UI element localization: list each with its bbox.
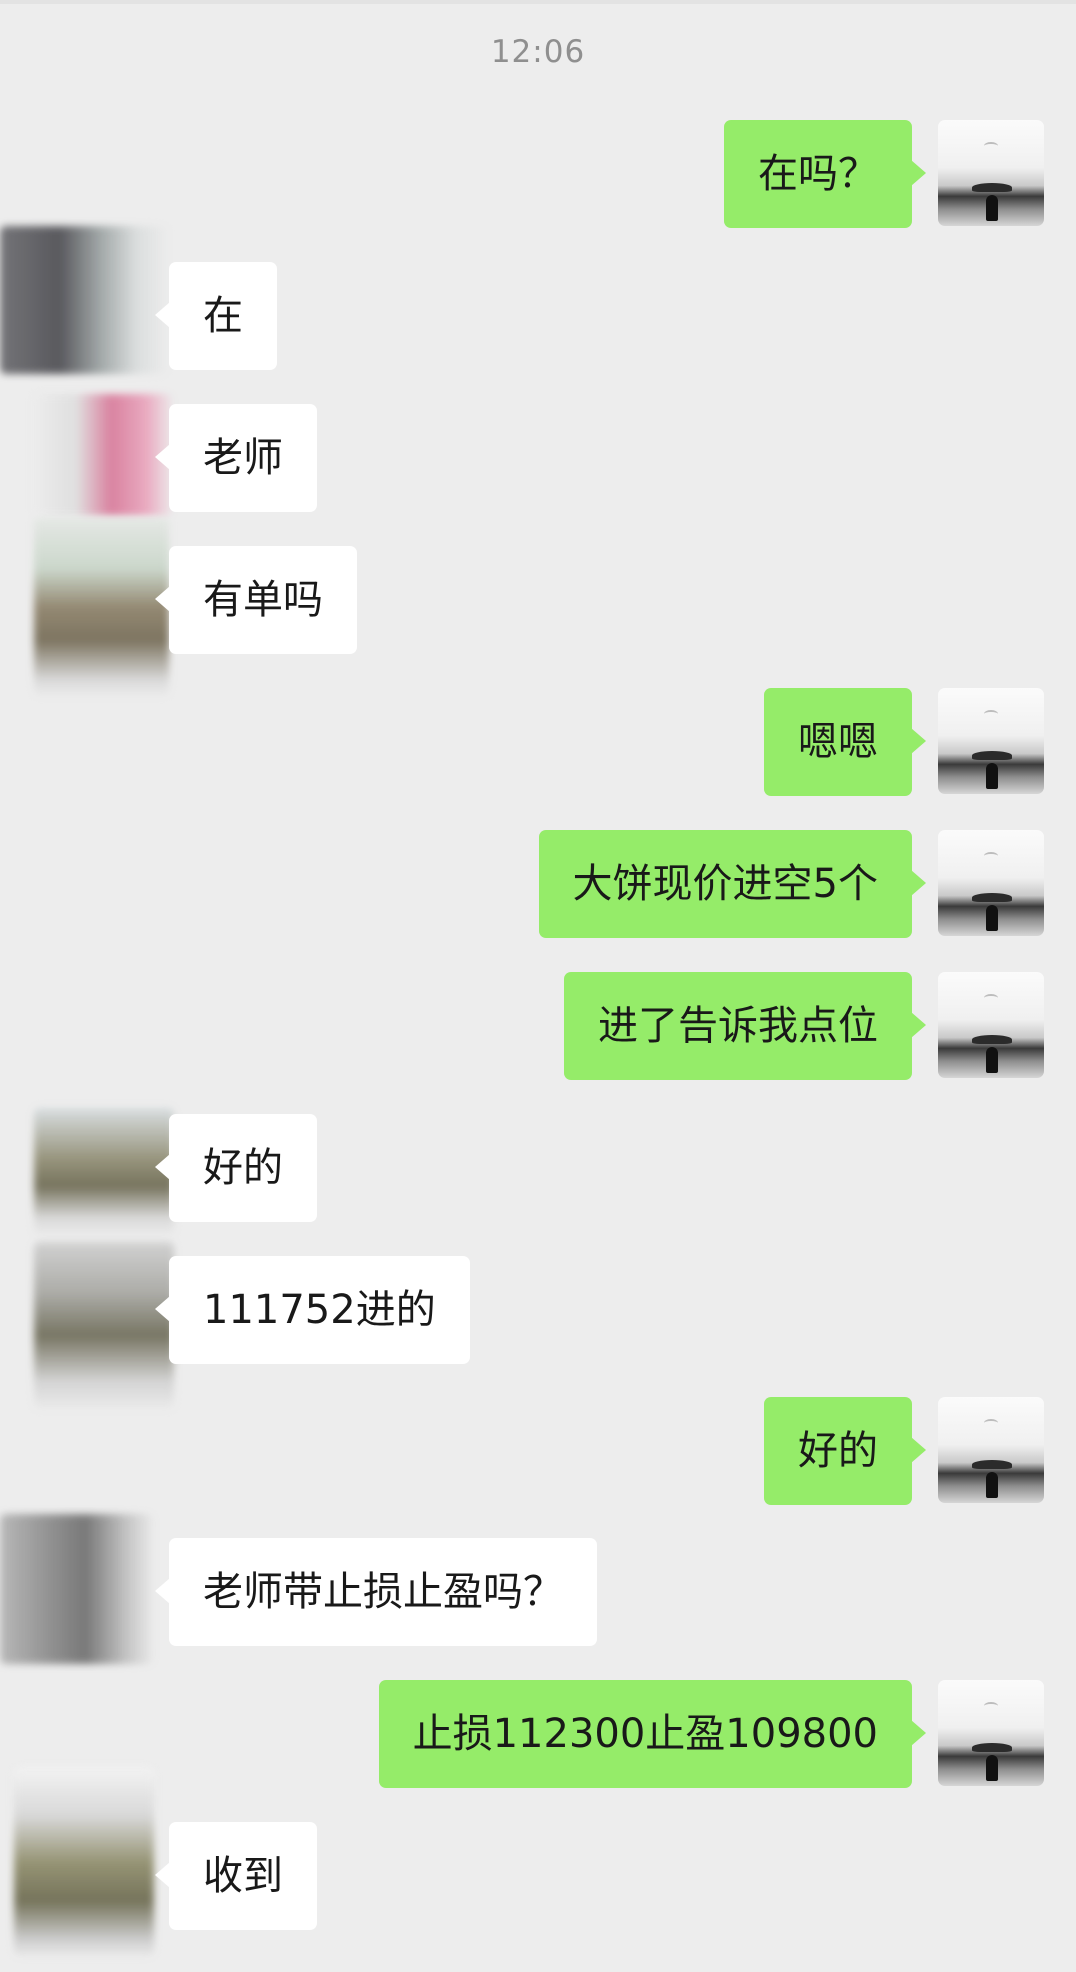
person-silhouette-icon (986, 905, 998, 931)
island-shape (972, 751, 1012, 760)
outgoing-message-bubble[interactable]: 大饼现价进空5个 (538, 830, 927, 938)
incoming-message-bubble[interactable]: 111752进的 (155, 1256, 470, 1364)
person-silhouette-icon (986, 1472, 998, 1498)
island-shape (972, 1035, 1012, 1044)
outgoing-message-bubble[interactable]: 止损112300止盈109800 (378, 1680, 927, 1788)
top-divider (0, 0, 1076, 4)
island-shape (972, 893, 1012, 902)
island-shape (972, 1460, 1012, 1469)
island-shape (972, 183, 1012, 192)
person-silhouette-icon (986, 195, 998, 221)
incoming-message-bubble[interactable]: 在 (155, 262, 277, 370)
contact-avatar[interactable] (0, 1514, 155, 1664)
incoming-message-bubble[interactable]: 老师 (155, 404, 317, 512)
incoming-message-bubble[interactable]: 收到 (155, 1822, 317, 1930)
bird-icon (984, 852, 998, 860)
contact-avatar[interactable] (34, 518, 169, 698)
chat-timestamp: 12:06 (490, 34, 586, 70)
person-silhouette-icon (986, 763, 998, 789)
outgoing-message-bubble[interactable]: 嗯嗯 (764, 688, 926, 796)
person-silhouette-icon (986, 1755, 998, 1781)
outgoing-message-bubble[interactable]: 在吗？ (724, 120, 926, 228)
contact-avatar[interactable] (14, 1768, 154, 1958)
island-shape (972, 1743, 1012, 1752)
person-silhouette-icon (986, 1047, 998, 1073)
bird-icon (984, 994, 998, 1002)
bird-icon (984, 1702, 998, 1710)
contact-avatar[interactable] (0, 226, 170, 374)
contact-avatar[interactable] (34, 1242, 174, 1412)
contact-avatar[interactable] (34, 1108, 174, 1238)
self-avatar[interactable] (938, 830, 1044, 936)
incoming-message-bubble[interactable]: 老师带止损止盈吗？ (155, 1538, 597, 1646)
outgoing-message-bubble[interactable]: 好的 (764, 1397, 926, 1505)
self-avatar[interactable] (938, 120, 1044, 226)
bird-icon (984, 1419, 998, 1427)
bird-icon (984, 710, 998, 718)
incoming-message-bubble[interactable]: 好的 (155, 1114, 317, 1222)
bird-icon (984, 142, 998, 150)
self-avatar[interactable] (938, 972, 1044, 1078)
self-avatar[interactable] (938, 1680, 1044, 1786)
outgoing-message-bubble[interactable]: 进了告诉我点位 (564, 972, 926, 1080)
self-avatar[interactable] (938, 688, 1044, 794)
self-avatar[interactable] (938, 1397, 1044, 1503)
incoming-message-bubble[interactable]: 有单吗 (155, 546, 357, 654)
chat-window: 12:06 在吗？ 在 老师 有单吗 嗯嗯 大饼现价进空5个 进了告诉我点位 好… (0, 0, 1076, 1972)
contact-avatar[interactable] (34, 394, 174, 516)
